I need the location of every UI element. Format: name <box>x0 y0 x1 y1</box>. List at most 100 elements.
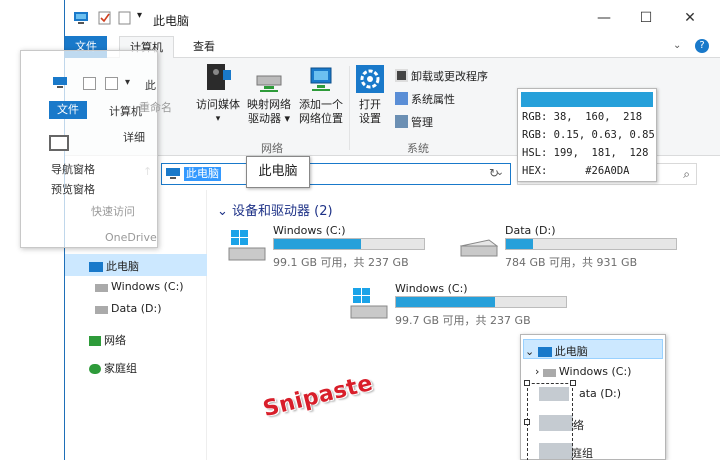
picker-value: 199, 181, 128 <box>553 147 649 159</box>
system-properties-icon <box>395 92 408 105</box>
computer-icon <box>89 262 103 272</box>
manage-icon <box>395 115 408 128</box>
drive-tile-data-d[interactable]: Data (D:) 784 GB 可用，共 931 GB <box>459 224 689 270</box>
manage-button[interactable]: 管理 <box>395 114 433 130</box>
snip-rename: 重命名 <box>139 101 172 114</box>
homegroup-icon <box>89 364 101 374</box>
resize-handle[interactable] <box>524 380 530 386</box>
refresh-icon[interactable]: ↻ <box>489 166 499 180</box>
access-media-button[interactable]: 访问媒体 ▾ <box>195 62 241 126</box>
tree-item-network[interactable]: 络 <box>573 417 584 433</box>
snip-overlay[interactable]: ▾ 此 文件 计算机 重命名 详细 导航窗格 预览窗格 快速访问 OneDriv… <box>20 50 172 248</box>
drive-icon <box>95 284 108 292</box>
drive-free-space: 99.1 GB 可用，共 237 GB <box>273 256 409 269</box>
data-drive-icon <box>459 239 499 257</box>
picker-row-hex: HEX: #26A0DA <box>522 165 630 177</box>
nav-item-network[interactable]: 网络 <box>89 332 126 348</box>
drive-tile-windows-c-copy[interactable]: Windows (C:) 99.7 GB 可用，共 237 GB <box>349 282 579 328</box>
snip-onedrive: OneDrive <box>105 231 157 244</box>
drive-name: Windows (C:) <box>395 282 468 295</box>
chevron-down-icon[interactable]: ⌄ <box>673 40 681 51</box>
ribbon-separator <box>349 66 350 150</box>
nav-item-this-pc[interactable]: 此电脑 <box>89 258 139 274</box>
search-icon[interactable]: ⌕ <box>683 167 690 182</box>
chevron-right-icon: › <box>535 365 543 378</box>
drive-free-space: 784 GB 可用，共 931 GB <box>505 256 638 269</box>
quick-toolbar-dropdown-icon: ▾ <box>125 77 131 88</box>
resize-handle[interactable] <box>570 380 576 386</box>
picker-label: HEX: <box>522 165 548 177</box>
access-media-label: 访问媒体 <box>196 98 240 111</box>
snip-partial-title: 此 <box>145 79 156 92</box>
nav-data-d-label: Data (D:) <box>111 302 162 315</box>
map-drive-label-2: 驱动器 <box>247 112 281 125</box>
tree-item-windows-c[interactable]: › Windows (C:) <box>535 365 631 378</box>
selection-dashed-box[interactable] <box>527 383 573 460</box>
drive-icon <box>542 369 556 377</box>
chevron-down-icon: ⌄ <box>217 204 233 219</box>
picker-value: 38, 160, 218 <box>553 111 643 123</box>
minimize-button[interactable]: — <box>589 8 619 28</box>
map-drive-label-1: 映射网络 <box>247 98 291 111</box>
nav-windows-c-label: Windows (C:) <box>111 280 184 293</box>
nav-item-windows-c[interactable]: Windows (C:) <box>95 280 184 293</box>
picker-row-hsl: HSL: 199, 181, 128 <box>522 147 648 159</box>
picker-value: 0.15, 0.63, 0.85 <box>553 129 655 141</box>
color-swatch <box>521 92 653 107</box>
open-settings-label-2: 设置 <box>359 112 381 125</box>
picker-label: RGB: <box>522 111 548 123</box>
color-picker-tooltip: RGB: 38, 160, 218 RGB: 0.15, 0.63, 0.85 … <box>517 88 657 182</box>
nav-this-pc-label: 此电脑 <box>106 260 139 273</box>
snip-tab-file: 文件 <box>49 101 87 119</box>
snip-quick-access: 快速访问 <box>91 205 135 218</box>
picker-value: #26A0DA <box>585 165 630 177</box>
media-icon <box>207 64 231 90</box>
tree-item-this-pc[interactable]: ⌄ 此电脑 <box>525 343 588 359</box>
nav-item-data-d[interactable]: Data (D:) <box>95 302 162 315</box>
tree-popup: ⌄ 此电脑 › Windows (C:) ata (D:) 络 庭组 <box>520 334 666 460</box>
window-title: 此电脑 <box>153 14 190 28</box>
settings-gear-icon <box>356 65 384 93</box>
drive-tile-windows-c[interactable]: Windows (C:) 99.1 GB 可用，共 237 GB <box>227 224 427 270</box>
group-system-label: 系统 <box>407 142 429 155</box>
drive-name: Data (D:) <box>505 224 556 237</box>
devices-section-header[interactable]: ⌄ 设备和驱动器 (2) <box>217 200 333 219</box>
tree-windows-c-label: Windows (C:) <box>558 365 632 378</box>
system-properties-button[interactable]: 系统属性 <box>395 91 455 107</box>
drive-free-space: 99.7 GB 可用，共 237 GB <box>395 314 531 327</box>
tree-item-homegroup[interactable]: 庭组 <box>571 445 593 460</box>
map-drive-button[interactable]: 映射网络 驱动器 ▾ <box>243 62 295 126</box>
help-icon[interactable]: ? <box>695 39 709 53</box>
drive-name: Windows (C:) <box>273 224 346 237</box>
address-input[interactable]: 此电脑 ⌄ <box>161 163 511 185</box>
add-network-location-button[interactable]: 添加一个 网络位置 <box>295 62 347 126</box>
nav-homegroup-label: 家庭组 <box>104 362 137 375</box>
new-folder-icon[interactable] <box>117 11 133 25</box>
new-folder-icon <box>105 77 118 90</box>
maximize-button[interactable]: ☐ <box>631 8 661 28</box>
picker-label: HSL: <box>522 147 548 159</box>
network-location-icon <box>310 67 332 91</box>
section-title: 设备和驱动器 (2) <box>232 204 333 219</box>
nav-item-homegroup[interactable]: 家庭组 <box>89 360 137 376</box>
uninstall-button[interactable]: 卸载或更改程序 <box>395 68 488 84</box>
ribbon-tabs: 文件 计算机 查看 ⌄ ? <box>65 36 720 59</box>
quick-toolbar-dropdown-icon[interactable]: ▾ <box>137 10 142 21</box>
properties-icon[interactable] <box>97 11 113 25</box>
snip-details: 详细 <box>123 131 145 144</box>
snip-tab-computer: 计算机 <box>109 105 142 118</box>
drive-usage-fill <box>506 239 534 249</box>
open-settings-button[interactable]: 打开 设置 <box>353 64 387 126</box>
windows-drive-icon <box>228 230 266 261</box>
tree-item-data-d[interactable]: ata (D:) <box>579 387 621 400</box>
address-tooltip: 此电脑 <box>246 156 310 188</box>
tab-view[interactable]: 查看 <box>183 36 225 58</box>
close-button[interactable]: ✕ <box>675 8 705 28</box>
uninstall-label: 卸载或更改程序 <box>411 70 488 83</box>
snip-preview-pane: 预览窗格 <box>51 183 95 196</box>
network-icon <box>89 336 101 346</box>
drive-usage-fill <box>274 239 361 249</box>
drive-usage-fill <box>396 297 495 307</box>
resize-handle[interactable] <box>524 419 530 425</box>
computer-icon <box>53 77 67 88</box>
